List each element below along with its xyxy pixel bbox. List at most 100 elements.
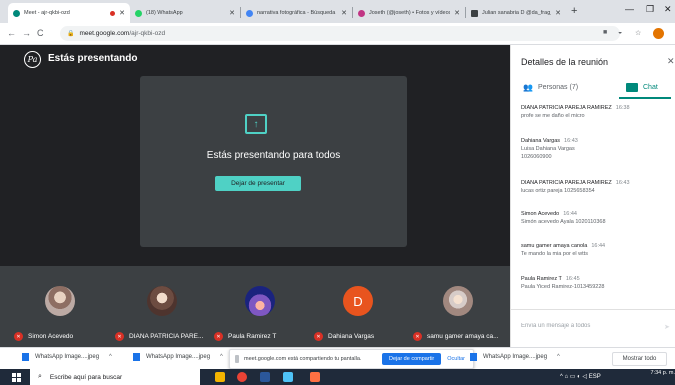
- participant-avatar[interactable]: [147, 286, 177, 316]
- message-text: Paula Yiced Ramirez-1013459228: [521, 284, 605, 290]
- chat-message: samu gamer amaya canola 16:44 Te mando la…: [521, 243, 671, 257]
- address-bar[interactable]: 🔒 meet.google.com/ajr-qkbi-ozd: [60, 26, 620, 41]
- message-time: 16:44: [563, 211, 577, 217]
- pinterest-favicon-icon: [471, 9, 478, 17]
- hide-button[interactable]: Ocultar: [447, 356, 465, 362]
- cast-icon[interactable]: ◒: [618, 29, 622, 36]
- illustrator-icon[interactable]: [310, 372, 320, 382]
- send-icon[interactable]: ➤: [664, 323, 670, 331]
- download-item[interactable]: WhatsApp Image....jpeg ^: [133, 353, 223, 361]
- close-tab-icon[interactable]: ✕: [229, 9, 235, 17]
- stop-sharing-button[interactable]: Dejar de compartir: [382, 353, 442, 365]
- minimize-icon[interactable]: —: [625, 4, 634, 14]
- presenter-logo-icon: Pa: [24, 51, 41, 68]
- participant-avatar[interactable]: [45, 286, 75, 316]
- participant-avatar[interactable]: [443, 286, 473, 316]
- forward-icon[interactable]: →: [22, 28, 31, 38]
- participant-avatar[interactable]: D: [343, 286, 373, 316]
- participant-label: ✕ Simon Acevedo: [14, 332, 73, 341]
- download-item[interactable]: WhatsApp Image....jpeg ^: [22, 353, 112, 361]
- new-tab-button[interactable]: +: [571, 5, 577, 17]
- participant-name: Simon Acevedo: [28, 333, 74, 340]
- url-path: /ajr-qkbi-ozd: [129, 30, 166, 37]
- participant-name: samu gamer amaya ca...: [427, 333, 499, 340]
- message-text: lucas ortiz pareja 1025658354: [521, 188, 595, 194]
- mic-off-icon: ✕: [115, 332, 124, 341]
- chat-message: DIANA PATRICIA PAREJA RAMIREZ 16:38 profe…: [521, 105, 671, 119]
- message-sender: Simon Acevedo: [521, 211, 560, 217]
- close-panel-icon[interactable]: ✕: [667, 56, 675, 67]
- reload-icon[interactable]: C: [37, 28, 44, 38]
- tab-google-search[interactable]: narrativa fotográfica - Búsqueda ✕: [241, 3, 352, 23]
- browser-tab-strip: Meet - ajr-qkbi-ozd ✕ (18) WhatsApp ✕ na…: [0, 0, 675, 23]
- chat-message: Paula Ramirez T 16:45 Paula Yiced Ramirez…: [521, 276, 671, 290]
- system-tray[interactable]: ^ ⌂ ▭ ◐ ◁ ESP: [560, 373, 601, 380]
- taskbar: ⌕ Escribe aquí para buscar ^ ⌂ ▭ ◐ ◁ ESP…: [0, 369, 675, 385]
- chrome-icon[interactable]: [237, 372, 247, 382]
- message-time: 16:38: [615, 105, 630, 111]
- back-icon[interactable]: ←: [7, 28, 16, 38]
- chevron-up-icon[interactable]: ^: [220, 354, 223, 360]
- participant-avatar[interactable]: [245, 286, 275, 316]
- google-favicon-icon: [246, 9, 253, 17]
- chevron-up-icon[interactable]: ^: [109, 354, 112, 360]
- presentation-card: ↑ Estás presentando para todos Dejar de …: [140, 76, 407, 247]
- photos-icon[interactable]: [283, 372, 293, 382]
- taskbar-clock[interactable]: 7:34 p. m.: [645, 370, 675, 377]
- chat-message: Dahiana Vargas 16:43 Luisa Dahiana Vargas…: [521, 138, 671, 160]
- tab-people[interactable]: 👥 Personas (7): [523, 83, 578, 92]
- mic-off-icon: ✕: [214, 332, 223, 341]
- tab-whatsapp[interactable]: (18) WhatsApp ✕: [130, 3, 240, 23]
- tab-title: Meet - ajr-qkbi-ozd: [24, 10, 70, 16]
- presenting-header: Estás presentando: [48, 53, 138, 64]
- tab-pinterest[interactable]: Julian sanabria D @da_frag_... ✕: [466, 3, 566, 23]
- message-sender: DIANA PATRICIA PAREJA RAMIREZ: [521, 180, 612, 186]
- participant-name: Dahiana Vargas: [328, 333, 375, 340]
- chat-compose: ➤: [511, 309, 675, 347]
- tab-instagram[interactable]: Joseth (@joseth) • Fotos y vídeos ✕: [353, 3, 465, 23]
- tab-title: Joseth (@joseth) • Fotos y vídeos: [369, 10, 451, 16]
- drag-handle-icon[interactable]: [235, 355, 239, 363]
- recording-icon: [110, 10, 116, 16]
- chat-message: DIANA PATRICIA PAREJA RAMIREZ 16:43 lucas…: [521, 180, 671, 194]
- close-window-icon[interactable]: ✕: [664, 4, 672, 15]
- close-tab-icon[interactable]: ✕: [555, 9, 561, 17]
- close-tab-icon[interactable]: ✕: [454, 9, 460, 17]
- tab-meet[interactable]: Meet - ajr-qkbi-ozd ✕: [8, 3, 130, 23]
- participant-name: Paula Ramirez T: [228, 333, 277, 340]
- meeting-stage: Pa Estás presentando ↑ Estás presentando…: [0, 45, 510, 347]
- close-tab-icon[interactable]: ✕: [119, 9, 125, 17]
- tab-people-label: Personas (7): [537, 84, 579, 91]
- download-item[interactable]: WhatsApp Image....jpeg ^: [470, 353, 560, 361]
- message-sender: DIANA PATRICIA PAREJA RAMIREZ: [521, 105, 612, 111]
- presenting-message: Estás presentando para todos: [206, 150, 341, 161]
- image-file-icon: [22, 353, 29, 361]
- bookmark-star-icon[interactable]: ☆: [635, 29, 641, 37]
- close-tab-icon[interactable]: ✕: [341, 9, 347, 17]
- chevron-up-icon[interactable]: ^: [557, 354, 560, 360]
- message-sender: Paula Ramirez T: [521, 276, 562, 282]
- chat-icon: [626, 83, 638, 92]
- participant-label: ✕ Paula Ramirez T: [214, 332, 276, 341]
- camera-indicator-icon[interactable]: ■: [603, 29, 607, 36]
- chat-message: Simon Acevedo 16:44 Simón acevedo Ayala 1…: [521, 211, 671, 225]
- taskbar-search[interactable]: ⌕ Escribe aquí para buscar: [30, 369, 200, 385]
- chat-message-input[interactable]: [521, 323, 651, 329]
- tab-chat[interactable]: Chat: [626, 83, 658, 92]
- message-time: 16:43: [564, 138, 578, 144]
- message-text: Te mando la mia por el wtts: [521, 251, 588, 257]
- download-bar: WhatsApp Image....jpeg ^ WhatsApp Image.…: [0, 347, 675, 369]
- taskbar-search-placeholder: Escribe aquí para buscar: [49, 373, 123, 381]
- windows-start-icon[interactable]: [12, 373, 21, 382]
- stop-presenting-button[interactable]: Dejar de presentar: [215, 176, 301, 191]
- tab-title: (18) WhatsApp: [146, 10, 183, 16]
- search-icon: ⌕: [38, 373, 42, 380]
- profile-avatar[interactable]: [653, 28, 664, 39]
- maximize-icon[interactable]: ❐: [646, 4, 654, 15]
- screen: Meet - ajr-qkbi-ozd ✕ (18) WhatsApp ✕ na…: [0, 0, 675, 385]
- meet-favicon-icon: [13, 9, 20, 17]
- download-filename: WhatsApp Image....jpeg: [35, 354, 100, 360]
- show-all-downloads-button[interactable]: Mostrar todo: [612, 352, 667, 366]
- file-explorer-icon[interactable]: [215, 372, 225, 382]
- word-icon[interactable]: [260, 372, 270, 382]
